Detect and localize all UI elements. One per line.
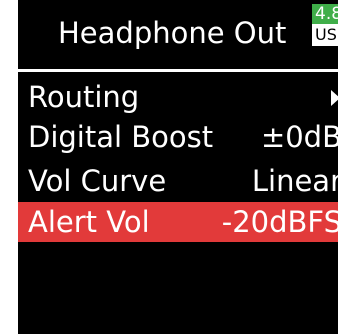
menu-item-label: Vol Curve	[28, 164, 167, 198]
screen-header: Headphone Out 4.8 USB	[18, 0, 338, 72]
menu-item-label: Digital Boost	[28, 120, 214, 154]
battery-indicator: 4.8 USB	[312, 4, 338, 50]
device-screen: Headphone Out 4.8 USB Routing Digital Bo…	[18, 0, 338, 334]
battery-level: 4.8	[312, 4, 338, 24]
power-source-label: USB	[312, 24, 338, 46]
chevron-right-icon	[331, 90, 338, 106]
menu-item-value: -20dBFS	[221, 205, 338, 239]
menu-item-alert-vol[interactable]: Alert Vol -20dBFS	[18, 202, 338, 242]
menu-item-label: Routing	[28, 80, 140, 114]
header-divider	[18, 69, 338, 72]
menu-item-vol-curve[interactable]: Vol Curve Linear	[18, 161, 338, 201]
screen-title: Headphone Out	[58, 16, 287, 50]
menu-item-routing[interactable]: Routing	[18, 77, 338, 117]
menu-item-label: Alert Vol	[28, 205, 150, 239]
menu-item-value: Linear	[251, 164, 338, 198]
menu-item-digital-boost[interactable]: Digital Boost ±0dB	[18, 117, 338, 157]
menu-item-value: ±0dB	[260, 120, 338, 154]
